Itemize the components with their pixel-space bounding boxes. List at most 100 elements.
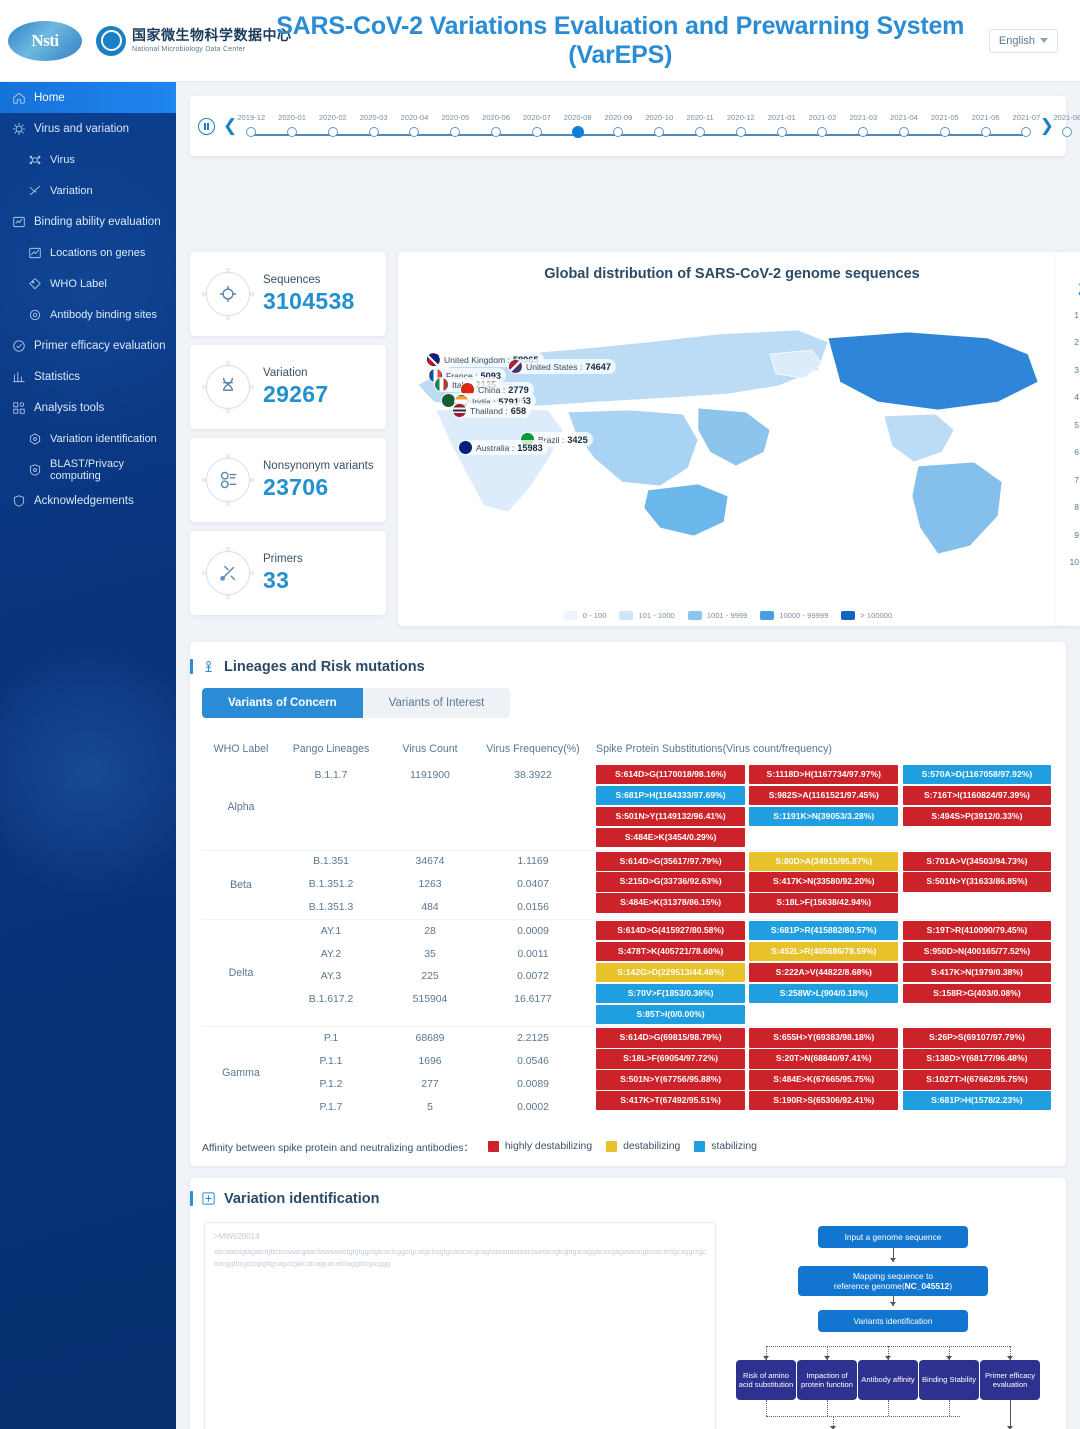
timeline-point[interactable]: 2020-06 [482,113,510,137]
sidebar-nav[interactable]: Home Virus and variation Virus Variation Bin… [0,82,176,1429]
mutation-chip[interactable]: S:18L>F(15638/42.94%) [749,893,899,913]
timeline-point[interactable]: 2020-10 [645,113,673,137]
timeline-dot[interactable] [531,127,542,137]
timeline-dot[interactable] [246,127,257,137]
mutation-chip[interactable]: S:1191K>N(39053/3.28%) [749,806,899,827]
mutation-chip[interactable]: S:681P>H(1164333/97.69%) [596,785,745,806]
mutation-chip[interactable]: S:215D>G(33736/92.63%) [596,872,745,892]
timeline-dot[interactable] [1062,127,1073,137]
mutation-chip[interactable]: S:142G>D(229513/44.46%) [596,962,745,983]
timeline-dot[interactable] [491,127,502,137]
timeline-point[interactable]: 2020-11 [686,113,714,137]
mutation-chip[interactable]: S:70V>F(1853/0.36%) [596,983,745,1004]
timeline-dot[interactable] [327,127,338,137]
mutation-chip[interactable]: S:18L>F(69054/97.72%) [596,1049,745,1069]
sequence-input[interactable]: >MW629014 attcaatctgtagatctgttctctaaacga… [204,1222,716,1429]
timeline-dot[interactable] [817,127,828,137]
sidebar-item-variation-identification[interactable]: Variation identification [0,423,176,454]
mutation-chip[interactable]: S:417K>T(67492/95.51%) [596,1091,745,1111]
timeline-point[interactable]: 2020-07 [523,113,551,137]
tab-variants-of-concern[interactable]: Variants of Concern [202,688,363,718]
mutation-chip[interactable]: S:501N>Y(67756/95.88%) [596,1070,745,1090]
sidebar-item-locations-on-genes[interactable]: Locations on genes [0,237,176,268]
sidebar-item-antibody-binding-sites[interactable]: Antibody binding sites [0,299,176,330]
sidebar-item-primer-efficacy-evaluation[interactable]: Primer efficacy evaluation [0,330,176,361]
sidebar-item-analysis-tools[interactable]: Analysis tools [0,392,176,423]
mutation-chip[interactable]: S:950D>N(400165/77.52%) [902,941,1052,962]
timeline-dot[interactable] [735,127,746,137]
timeline-dot[interactable] [613,127,624,137]
mutation-chip[interactable]: S:20T>N(68840/97.41%) [749,1049,899,1069]
sidebar-item-virus-and-variation[interactable]: Virus and variation [0,113,176,144]
timeline-dot[interactable] [939,127,950,137]
stat-card-nonsynonym-variants[interactable]: Nonsynonym variants 23706 [190,438,386,522]
timeline-point[interactable]: 2020-03 [360,113,388,137]
tab-variants-of-interest[interactable]: Variants of Interest [363,688,511,718]
timeline-point[interactable]: 2021-05 [931,113,959,137]
pause-icon[interactable] [198,117,215,135]
timeline-dot[interactable] [1021,127,1032,137]
timeline-dot[interactable] [980,127,991,137]
global-distribution-map[interactable]: Global distribution of SARS-CoV-2 genome… [398,252,1066,626]
mutation-chip[interactable]: S:716T>I(1160824/97.39%) [902,785,1052,806]
mutation-chip[interactable]: S:138D>Y(68177/96.48%) [902,1049,1052,1069]
mutation-chip[interactable]: S:655H>Y(69383/98.18%) [749,1028,899,1048]
timeline-point[interactable]: 2020-08 [564,113,592,138]
mutation-chip[interactable]: S:681P>R(415882/80.57%) [749,920,899,941]
mutation-chip[interactable]: S:501N>Y(1149132/96.41%) [596,806,745,827]
timeline-dot[interactable] [776,127,787,137]
timeline-point[interactable]: 2020-05 [441,113,469,137]
mutation-chip[interactable]: S:570A>D(1167058/97.92%) [902,765,1052,785]
mutation-chip[interactable]: S:1118D>H(1167734/97.97%) [749,765,899,785]
mutation-chip[interactable]: S:85T>I(0/0.00%) [596,1004,745,1024]
mutation-chip[interactable]: S:614D>G(1170018/98.16%) [596,765,745,785]
mutation-chip[interactable]: S:80D>A(34915/95.87%) [749,851,899,871]
mutation-chip[interactable]: S:484E>K(31378/86.15%) [596,893,745,913]
stat-card-sequences[interactable]: Sequences 3104538 [190,252,386,336]
sidebar-item-binding-ability-evaluation[interactable]: Binding ability evaluation [0,206,176,237]
mutation-chip[interactable]: S:701A>V(34503/94.73%) [902,851,1052,871]
mutation-chip[interactable]: S:190R>S(65306/92.41%) [749,1091,899,1111]
timeline-point[interactable]: 2020-12 [727,113,755,137]
mutation-chip[interactable]: S:681P>H(1578/2.23%) [902,1091,1052,1111]
language-selector[interactable]: English [988,28,1058,53]
mutation-chip[interactable]: S:501N>Y(31633/86.85%) [902,872,1052,892]
sidebar-item-acknowledgements[interactable]: Acknowledgements [0,485,176,516]
timeline-point[interactable]: 2021-02 [809,113,836,137]
timeline-dot[interactable] [571,126,584,138]
timeline-track[interactable]: 2019-12 2020-01 2020-02 2020-03 2020-04 2020-… [237,103,1080,149]
mutation-chip[interactable]: S:484E>K(3454/0.29%) [596,827,745,848]
mutation-chip[interactable]: S:417K>N(1979/0.38%) [902,962,1052,983]
mutation-chip[interactable]: S:484E>K(67665/95.75%) [749,1070,899,1090]
mutation-chip[interactable]: S:614D>G(69815/98.79%) [596,1028,745,1048]
stat-card-variation[interactable]: Variation 29267 [190,345,386,429]
timeline-slider[interactable]: ❮ 2019-12 2020-01 2020-02 2020-03 2020-04 202… [190,96,1080,156]
mutation-chip[interactable]: S:26P>S(69107/97.79%) [902,1028,1052,1048]
timeline-dot[interactable] [368,127,379,137]
sidebar-item-who-label[interactable]: WHO Label [0,268,176,299]
sidebar-item-blast-privacy-computing[interactable]: BLAST/Privacy computing [0,454,176,485]
timeline-dot[interactable] [858,127,869,137]
mutation-chip[interactable]: S:19T>R(410090/79.45%) [902,920,1052,941]
mutation-chip[interactable]: S:222A>V(44822/8.68%) [749,962,899,983]
timeline-point[interactable]: 2021-08 [1053,113,1080,137]
timeline-dot[interactable] [899,127,910,137]
mutation-chip[interactable]: S:494S>P(3912/0.33%) [902,806,1052,827]
timeline-point[interactable]: 2020-04 [401,113,428,137]
timeline-point[interactable]: 2021-03 [849,113,877,137]
mutation-chip[interactable]: S:452L>R(405686/78.59%) [749,941,899,962]
timeline-dot[interactable] [450,127,461,137]
mutation-chip[interactable]: S:478T>K(405721/78.60%) [596,941,745,962]
timeline-dot[interactable] [287,127,298,137]
timeline-point[interactable]: 2020-02 [319,113,347,137]
timeline-point[interactable]: 2021-07 [1013,113,1040,137]
timeline-point[interactable]: 2021-04 [890,113,918,137]
sidebar-item-variation[interactable]: Variation [0,175,176,206]
mutation-chip[interactable]: S:982S>A(1161521/97.45%) [749,785,899,806]
mutation-chip[interactable]: S:614D>G(415927/80.58%) [596,920,745,941]
timeline-dot[interactable] [695,127,706,137]
timeline-point[interactable]: 2021-01 [768,113,796,137]
sidebar-item-home[interactable]: Home [0,82,176,113]
timeline-point[interactable]: 2020-01 [278,113,306,137]
mutation-chip[interactable]: S:1027T>I(67662/95.75%) [902,1070,1052,1090]
